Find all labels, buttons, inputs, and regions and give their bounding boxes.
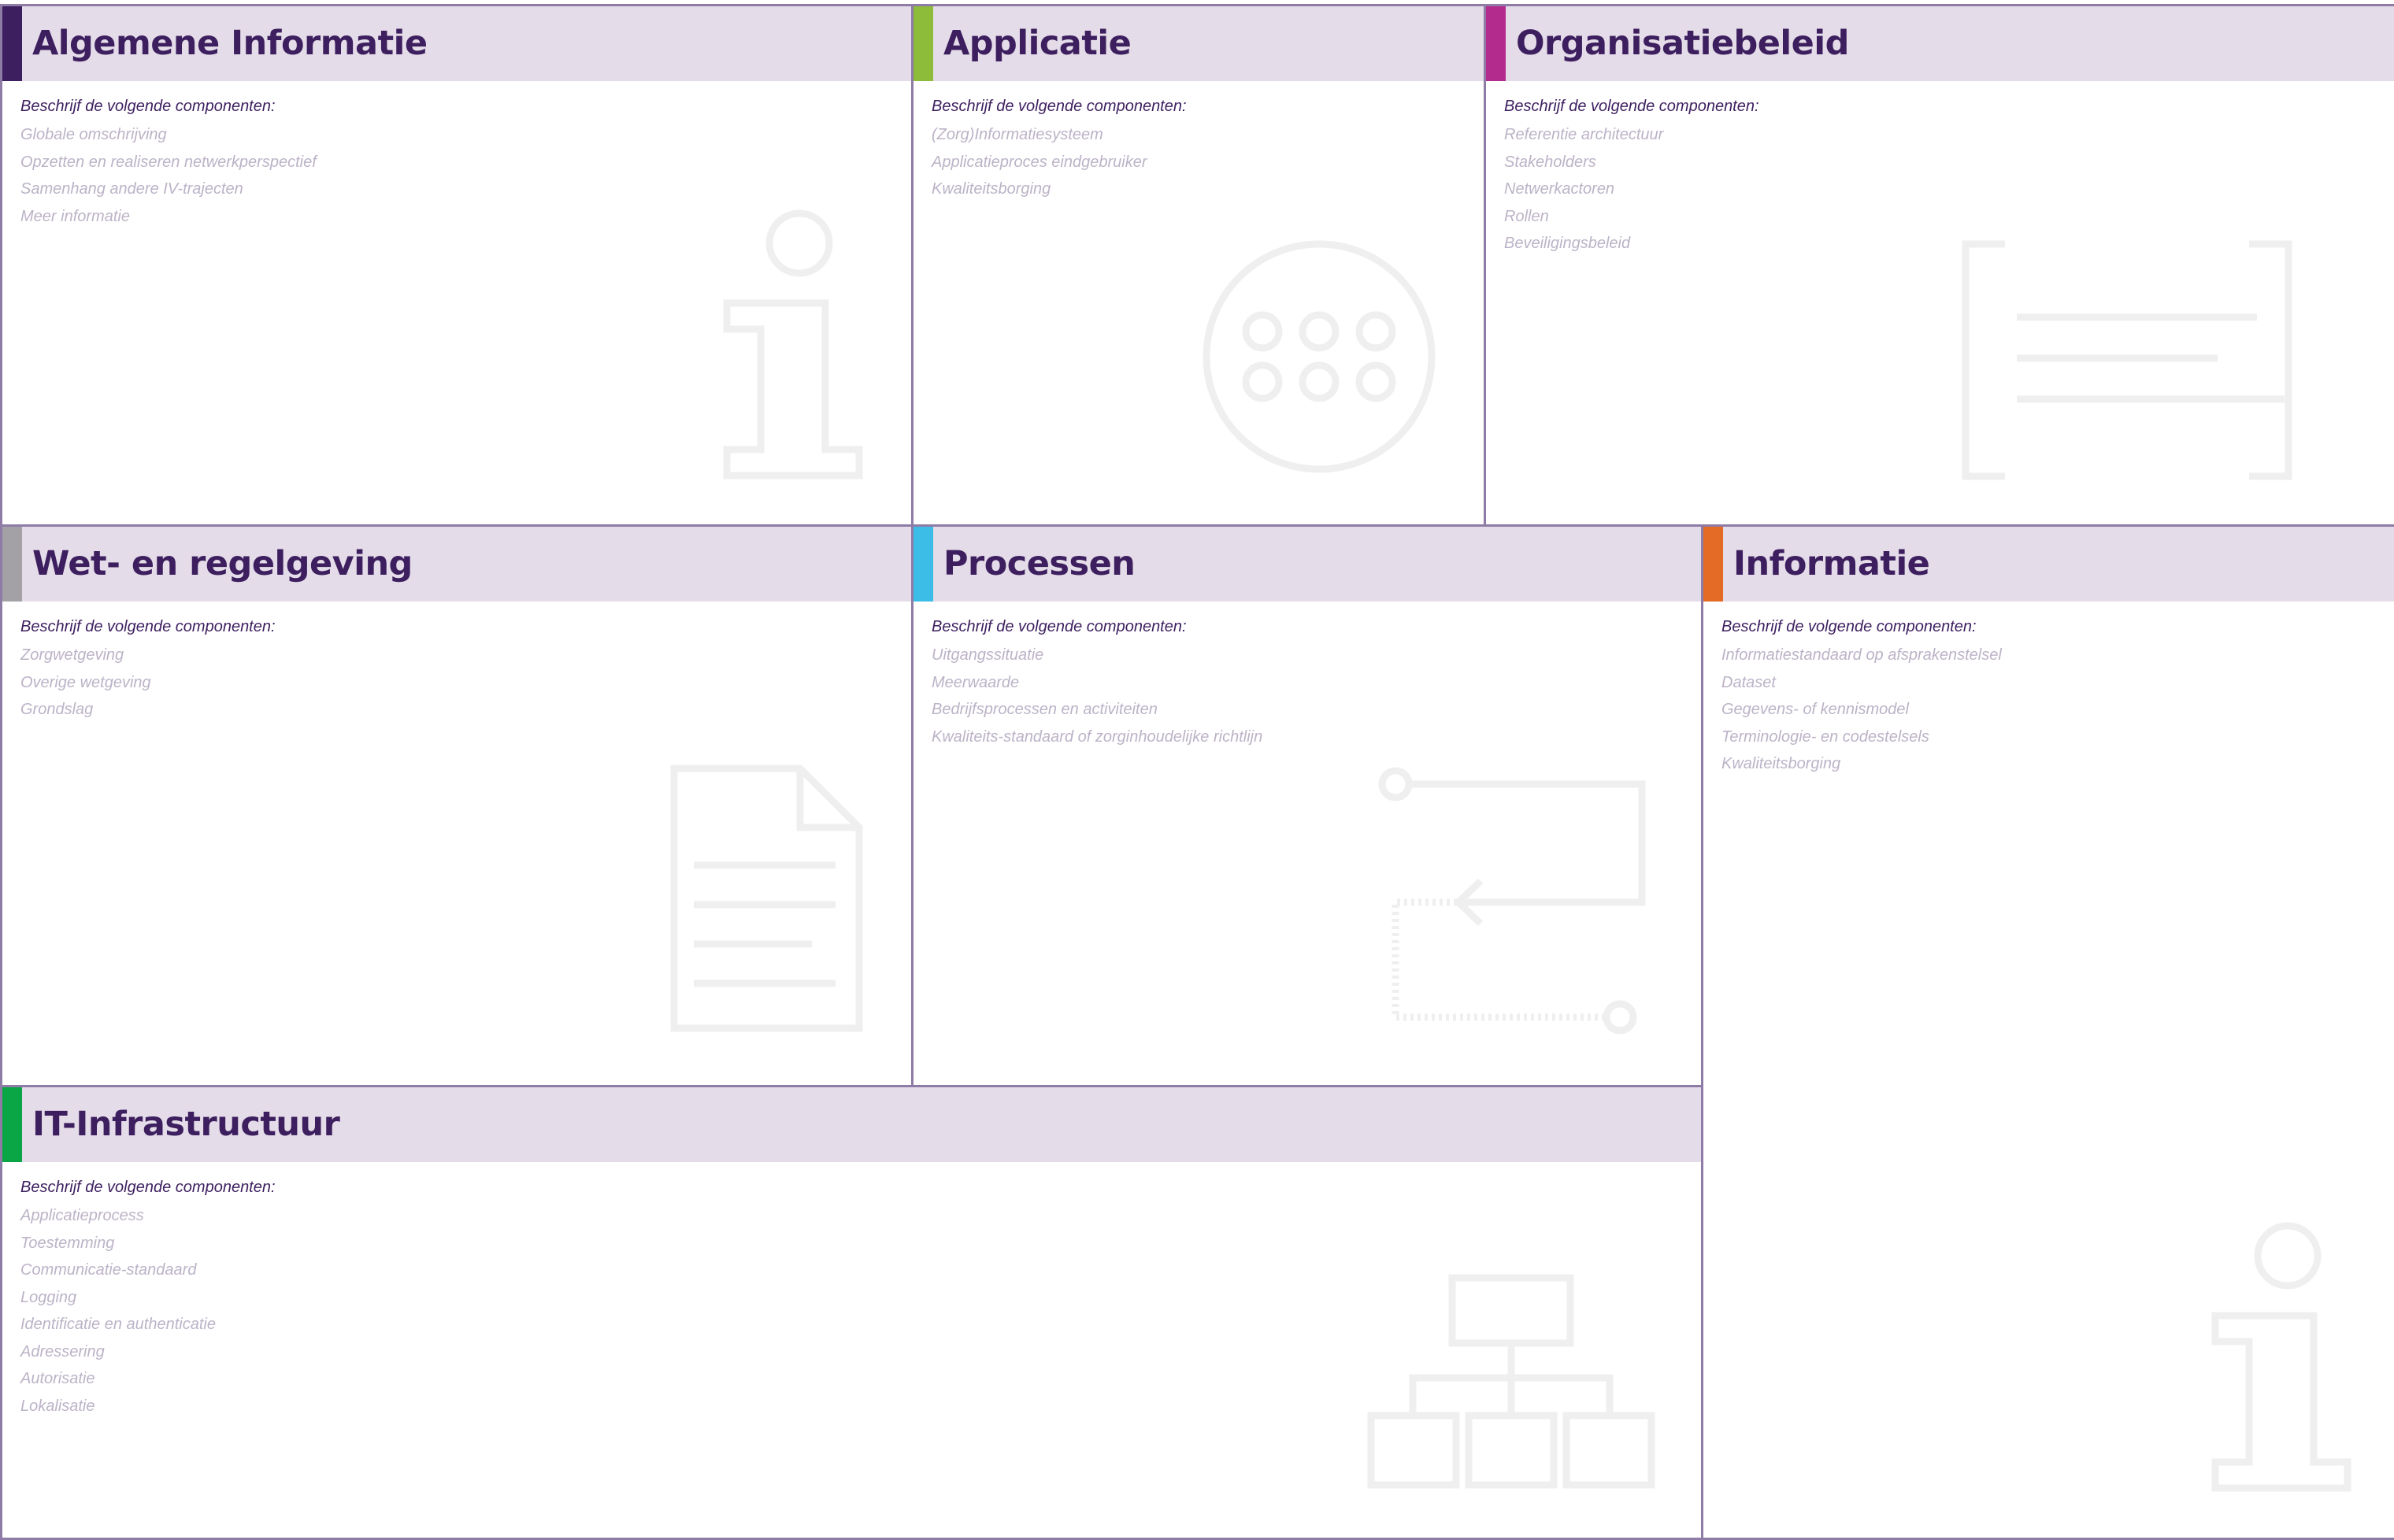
component-item: Gegevens- of kennismodel bbox=[1721, 701, 1909, 718]
component-item: Communicatie-standaard bbox=[20, 1261, 197, 1279]
info-icon bbox=[2211, 1222, 2351, 1492]
panel-intro: Beschrijf de volgende componenten: bbox=[20, 618, 276, 635]
document-icon bbox=[670, 764, 863, 1032]
component-item: Meer informatie bbox=[20, 207, 130, 225]
panel-intro: Beschrijf de volgende componenten: bbox=[20, 98, 276, 115]
component-item: Dataset bbox=[1721, 673, 1776, 691]
panel-it-infrastructuur: IT-Infrastructuur Beschrijf de volgende … bbox=[0, 1085, 1703, 1540]
component-item: Kwaliteitsborging bbox=[1721, 755, 1841, 772]
panel-organisatiebeleid: Organisatiebeleid Beschrijf de volgende … bbox=[1484, 4, 2394, 527]
component-item: Informatiestandaard op afsprakenstelsel bbox=[1721, 646, 2002, 664]
component-item: Kwaliteits-standaard of zorginhoudelijke… bbox=[932, 727, 1263, 746]
process-flow-icon bbox=[1378, 767, 1646, 1035]
component-item: Grondslag bbox=[20, 701, 94, 718]
component-item: Applicatieprocess bbox=[20, 1207, 144, 1224]
component-item: Overige wetgeving bbox=[20, 673, 151, 691]
component-item: (Zorg)Informatiesysteem bbox=[932, 126, 1103, 143]
component-list: Referentie architectuur Stakeholders Netwe… bbox=[1504, 121, 1663, 257]
component-item: Kwaliteitsborging bbox=[932, 180, 1051, 198]
panel-header: IT-Infrastructuur bbox=[2, 1087, 1701, 1162]
accent-bar bbox=[1703, 527, 1723, 602]
panel-header: Wet- en regelgeving bbox=[2, 527, 911, 602]
component-list: Zorgwetgeving Overige wetgeving Grondslag bbox=[20, 642, 151, 724]
panel-title: IT-Infrastructuur bbox=[32, 1105, 340, 1144]
panel-header: Organisatiebeleid bbox=[1486, 6, 2394, 81]
accent-bar bbox=[914, 527, 933, 602]
component-list: Applicatieprocess Toestemming Communicatie… bbox=[20, 1202, 216, 1420]
component-item: Lokalisatie bbox=[20, 1397, 95, 1415]
component-list: Globale omschrijving Opzetten en realiser… bbox=[20, 121, 317, 230]
component-item: Terminologie- en codestelsels bbox=[1721, 727, 1929, 746]
component-item: Zorgwetgeving bbox=[20, 646, 124, 664]
component-item: Applicatieproces eindgebruiker bbox=[932, 153, 1147, 171]
component-item: Meerwaarde bbox=[932, 673, 1020, 691]
component-list: (Zorg)Informatiesysteem Applicatieproces … bbox=[932, 121, 1147, 203]
component-item: Autorisatie bbox=[20, 1370, 95, 1387]
hierarchy-icon bbox=[1367, 1274, 1655, 1489]
panel-title: Algemene Informatie bbox=[32, 24, 428, 63]
component-item: Toestemming bbox=[20, 1234, 115, 1252]
panel-title: Wet- en regelgeving bbox=[32, 544, 413, 583]
bracketed-text-icon bbox=[1962, 240, 2292, 480]
component-list: Informatiestandaard op afsprakenstelsel D… bbox=[1721, 642, 2002, 778]
component-item: Uitgangssituatie bbox=[932, 646, 1044, 664]
panel-title: Informatie bbox=[1733, 544, 1930, 583]
component-item: Globale omschrijving bbox=[20, 126, 167, 143]
panel-header: Informatie bbox=[1703, 527, 2394, 602]
application-grid-icon bbox=[1203, 240, 1436, 473]
panel-title: Organisatiebeleid bbox=[1516, 24, 1849, 63]
component-item: Opzetten en realiseren netwerkperspectie… bbox=[20, 153, 317, 171]
panel-header: Algemene Informatie bbox=[2, 6, 911, 81]
panel-title: Applicatie bbox=[943, 24, 1132, 63]
panel-header: Processen bbox=[914, 527, 1701, 602]
info-icon bbox=[723, 209, 863, 479]
component-item: Netwerkactoren bbox=[1504, 180, 1615, 198]
component-item: Rollen bbox=[1504, 207, 1549, 225]
accent-bar bbox=[2, 6, 22, 81]
panel-wet-en-regelgeving: Wet- en regelgeving Beschrijf de volgend… bbox=[0, 524, 914, 1087]
panel-intro: Beschrijf de volgende componenten: bbox=[20, 1179, 276, 1196]
panel-informatie: Informatie Beschrijf de volgende compone… bbox=[1701, 524, 2394, 1540]
panel-intro: Beschrijf de volgende componenten: bbox=[932, 618, 1187, 635]
accent-bar bbox=[2, 527, 22, 602]
accent-bar bbox=[1486, 6, 1506, 81]
component-item: Samenhang andere IV-trajecten bbox=[20, 180, 243, 198]
panel-title: Processen bbox=[943, 544, 1136, 583]
panel-intro: Beschrijf de volgende componenten: bbox=[1504, 98, 1759, 115]
panel-applicatie: Applicatie Beschrijf de volgende compone… bbox=[911, 4, 1486, 527]
component-item: Adressering bbox=[20, 1342, 105, 1360]
component-item: Bedrijfsprocessen en activiteiten bbox=[932, 701, 1158, 718]
panel-intro: Beschrijf de volgende componenten: bbox=[1721, 618, 1977, 635]
component-list: Uitgangssituatie Meerwaarde Bedrijfsproces… bbox=[932, 642, 1262, 750]
component-item: Logging bbox=[20, 1288, 77, 1306]
accent-bar bbox=[2, 1087, 22, 1162]
panel-header: Applicatie bbox=[914, 6, 1484, 81]
component-item: Beveiligingsbeleid bbox=[1504, 235, 1631, 252]
panel-processen: Processen Beschrijf de volgende componen… bbox=[911, 524, 1703, 1087]
component-item: Identificatie en authenticatie bbox=[20, 1316, 216, 1333]
panel-algemene-informatie: Algemene Informatie Beschrijf de volgend… bbox=[0, 4, 914, 527]
component-item: Referentie architectuur bbox=[1504, 126, 1664, 143]
accent-bar bbox=[914, 6, 933, 81]
component-item: Stakeholders bbox=[1504, 153, 1596, 171]
panel-intro: Beschrijf de volgende componenten: bbox=[932, 98, 1187, 115]
